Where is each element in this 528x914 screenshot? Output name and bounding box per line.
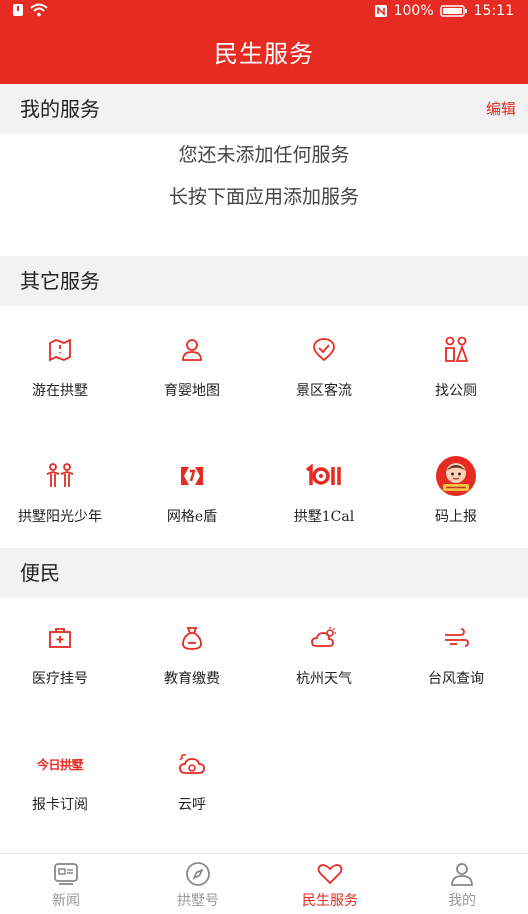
empty-services-message: 您还未添加任何服务 长按下面应用添加服务 bbox=[0, 134, 528, 218]
service-tile-baoka[interactable]: 今日拱墅 报卡订阅 bbox=[0, 744, 120, 814]
wifi-icon bbox=[30, 3, 48, 17]
notification-icon bbox=[12, 3, 24, 17]
my-services-title: 我的服务 bbox=[20, 97, 100, 121]
user-icon bbox=[396, 860, 528, 888]
service-tile-gongce[interactable]: 找公厕 bbox=[396, 330, 516, 400]
service-label: 景区客流 bbox=[296, 383, 352, 399]
service-tile-jiaoyu[interactable]: 教育缴费 bbox=[132, 618, 252, 688]
service-tile-yangguang[interactable]: 拱墅阳光少年 bbox=[0, 456, 120, 526]
service-label: 教育缴费 bbox=[164, 671, 220, 687]
service-tile-1call[interactable]: 拱墅1Cal bbox=[264, 456, 384, 526]
tab-gongshuhao[interactable]: 拱墅号 bbox=[132, 854, 264, 914]
convenience-grid: 医疗挂号 教育缴费 杭州天气 台风查询 今日拱墅 报卡订阅 云呼 bbox=[0, 598, 528, 838]
bottom-tab-bar: 新闻 拱墅号 民生服务 我的 bbox=[0, 853, 528, 914]
page-title: 民生服务 bbox=[0, 24, 528, 84]
battery-percent: 100% bbox=[393, 3, 434, 19]
1call-logo-icon bbox=[264, 456, 384, 496]
tab-label: 拱墅号 bbox=[177, 893, 219, 909]
clock: 15:11 bbox=[473, 3, 514, 19]
money-bag-icon bbox=[132, 618, 252, 658]
cloud-call-icon bbox=[132, 744, 252, 784]
weather-icon bbox=[264, 618, 384, 658]
other-services-header: 其它服务 bbox=[0, 256, 528, 306]
service-tile-wangge[interactable]: 网格e盾 bbox=[132, 456, 252, 526]
tab-label: 新闻 bbox=[52, 893, 80, 909]
service-label: 拱墅1Cal bbox=[293, 509, 355, 525]
check-badge-icon bbox=[264, 330, 384, 370]
tab-minsheng[interactable]: 民生服务 bbox=[264, 854, 396, 914]
service-tile-yiliao[interactable]: 医疗挂号 bbox=[0, 618, 120, 688]
empty-line-2: 长按下面应用添加服务 bbox=[168, 186, 359, 208]
heart-icon bbox=[264, 860, 396, 888]
tab-label: 我的 bbox=[448, 893, 476, 909]
tab-news[interactable]: 新闻 bbox=[0, 854, 132, 914]
tab-mine[interactable]: 我的 bbox=[396, 854, 528, 914]
my-services-header: 我的服务 编辑 bbox=[0, 84, 528, 134]
service-label: 台风查询 bbox=[428, 671, 484, 687]
edit-button[interactable]: 编辑 bbox=[486, 84, 516, 134]
other-services-grid: 游在拱墅 育婴地图 景区客流 找公厕 拱墅阳光少年 网格e盾 拱墅1Cal 码上… bbox=[0, 306, 528, 546]
wind-icon bbox=[396, 618, 516, 658]
service-label: 云呼 bbox=[178, 797, 206, 813]
convenience-header: 便民 bbox=[0, 548, 528, 598]
children-icon bbox=[0, 456, 120, 496]
service-label: 育婴地图 bbox=[164, 383, 220, 399]
baby-person-icon bbox=[132, 330, 252, 370]
compass-icon bbox=[132, 860, 264, 888]
newspaper-logo-icon: 今日拱墅 bbox=[0, 744, 120, 784]
medical-kit-icon bbox=[0, 618, 120, 658]
service-label: 网格e盾 bbox=[166, 509, 218, 525]
empty-line-1: 您还未添加任何服务 bbox=[178, 144, 350, 166]
nfc-icon bbox=[374, 4, 388, 18]
mascot-avatar-icon bbox=[396, 456, 516, 496]
service-label: 杭州天气 bbox=[296, 671, 352, 687]
service-tile-youzai[interactable]: 游在拱墅 bbox=[0, 330, 120, 400]
service-tile-yunhu[interactable]: 云呼 bbox=[132, 744, 252, 814]
service-tile-yuying[interactable]: 育婴地图 bbox=[132, 330, 252, 400]
status-bar: 100% 15:11 bbox=[0, 0, 528, 24]
convenience-title: 便民 bbox=[20, 561, 60, 585]
service-label: 报卡订阅 bbox=[32, 797, 88, 813]
service-label: 游在拱墅 bbox=[32, 383, 88, 399]
service-label: 找公厕 bbox=[435, 383, 477, 399]
newspaper-logo-text: 今日拱墅 bbox=[36, 757, 84, 772]
service-tile-jingqu[interactable]: 景区客流 bbox=[264, 330, 384, 400]
service-tile-tianqi[interactable]: 杭州天气 bbox=[264, 618, 384, 688]
map-icon bbox=[0, 330, 120, 370]
tab-label: 民生服务 bbox=[302, 893, 358, 909]
restroom-icon bbox=[396, 330, 516, 370]
news-icon bbox=[0, 860, 132, 888]
service-tile-mashangbao[interactable]: 码上报 bbox=[396, 456, 516, 526]
service-label: 医疗挂号 bbox=[32, 671, 88, 687]
other-services-title: 其它服务 bbox=[20, 269, 100, 293]
battery-icon bbox=[439, 4, 468, 18]
grid-shield-icon bbox=[132, 456, 252, 496]
service-label: 拱墅阳光少年 bbox=[18, 509, 102, 525]
service-tile-taifeng[interactable]: 台风查询 bbox=[396, 618, 516, 688]
service-label: 码上报 bbox=[435, 509, 477, 525]
